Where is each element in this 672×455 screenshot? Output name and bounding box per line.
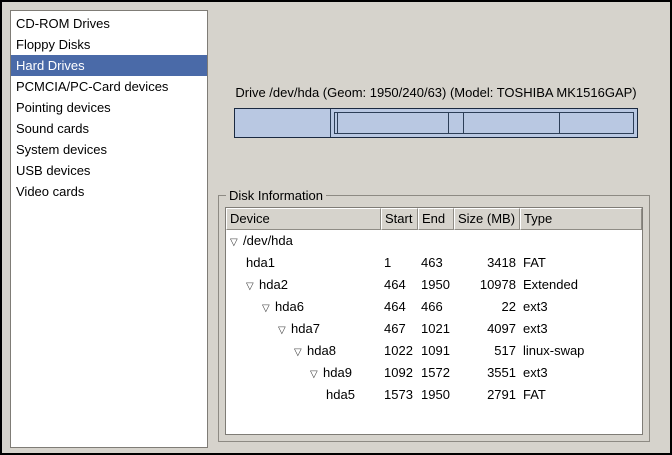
table-row[interactable]: ▽/dev/hda bbox=[226, 230, 642, 252]
sidebar-item-floppy-disks[interactable]: Floppy Disks bbox=[11, 34, 207, 55]
bar-segment-extended-hda2[interactable] bbox=[331, 109, 637, 137]
start-cell bbox=[381, 230, 418, 252]
device-label: hda2 bbox=[259, 277, 288, 292]
end-cell: 1950 bbox=[418, 274, 454, 296]
device-label: hda8 bbox=[307, 343, 336, 358]
size-cell: 10978 bbox=[454, 274, 520, 296]
size-cell: 517 bbox=[454, 340, 520, 362]
end-cell: 1950 bbox=[418, 384, 454, 406]
drive-title: Drive /dev/hda (Geom: 1950/240/63) (Mode… bbox=[226, 85, 646, 100]
expander-icon[interactable]: ▽ bbox=[230, 232, 243, 252]
bar-segment-hda1[interactable] bbox=[235, 109, 331, 137]
start-cell: 467 bbox=[381, 318, 418, 340]
sidebar-item-pointing-devices[interactable]: Pointing devices bbox=[11, 97, 207, 118]
type-cell: linux-swap bbox=[520, 340, 642, 362]
sidebar-item-pcmcia-devices[interactable]: PCMCIA/PC-Card devices bbox=[11, 76, 207, 97]
sidebar-item-hard-drives[interactable]: Hard Drives bbox=[11, 55, 207, 76]
end-cell: 1091 bbox=[418, 340, 454, 362]
table-header-row: Device Start End Size (MB) Type bbox=[226, 208, 642, 230]
table-row[interactable]: hda5 1573 1950 2791 FAT bbox=[226, 384, 642, 406]
type-cell bbox=[520, 230, 642, 252]
size-cell: 2791 bbox=[454, 384, 520, 406]
expander-icon[interactable]: ▽ bbox=[310, 364, 323, 384]
end-cell: 1572 bbox=[418, 362, 454, 384]
size-cell: 22 bbox=[454, 296, 520, 318]
device-cell: ▽hda2 bbox=[226, 274, 381, 296]
type-cell: FAT bbox=[520, 384, 642, 406]
device-label: /dev/hda bbox=[243, 233, 293, 248]
sidebar-item-video-cards[interactable]: Video cards bbox=[11, 181, 207, 202]
start-cell: 1022 bbox=[381, 340, 418, 362]
end-cell: 1021 bbox=[418, 318, 454, 340]
start-cell: 1092 bbox=[381, 362, 418, 384]
table-row[interactable]: ▽hda7 467 1021 4097 ext3 bbox=[226, 318, 642, 340]
expander-icon[interactable]: ▽ bbox=[278, 320, 291, 340]
disk-information-frame: Disk Information Device Start End Size (… bbox=[218, 188, 650, 442]
device-label: hda1 bbox=[246, 255, 275, 270]
table-row[interactable]: hda1 1 463 3418 FAT bbox=[226, 252, 642, 274]
size-cell: 3418 bbox=[454, 252, 520, 274]
start-cell: 464 bbox=[381, 274, 418, 296]
column-header-size[interactable]: Size (MB) bbox=[454, 208, 520, 230]
device-cell: ▽hda6 bbox=[226, 296, 381, 318]
disk-information-label: Disk Information bbox=[226, 188, 326, 203]
device-cell: ▽hda7 bbox=[226, 318, 381, 340]
sidebar-item-system-devices[interactable]: System devices bbox=[11, 139, 207, 160]
type-cell: Extended bbox=[520, 274, 642, 296]
expander-icon[interactable]: ▽ bbox=[246, 276, 259, 296]
table-row[interactable]: ▽hda2 464 1950 10978 Extended bbox=[226, 274, 642, 296]
type-cell: ext3 bbox=[520, 318, 642, 340]
table-row[interactable]: ▽hda6 464 466 22 ext3 bbox=[226, 296, 642, 318]
device-cell: ▽hda8 bbox=[226, 340, 381, 362]
hardware-browser-window: CD-ROM Drives Floppy Disks Hard Drives P… bbox=[0, 0, 672, 455]
column-header-start[interactable]: Start bbox=[381, 208, 418, 230]
partition-table: Device Start End Size (MB) Type ▽/dev/hd… bbox=[225, 207, 643, 435]
device-label: hda9 bbox=[323, 365, 352, 380]
device-cell: hda1 bbox=[226, 252, 381, 274]
table-row[interactable]: ▽hda8 1022 1091 517 linux-swap bbox=[226, 340, 642, 362]
column-header-type[interactable]: Type bbox=[520, 208, 642, 230]
expander-icon[interactable]: ▽ bbox=[262, 298, 275, 318]
device-label: hda5 bbox=[326, 387, 355, 402]
sidebar-item-sound-cards[interactable]: Sound cards bbox=[11, 118, 207, 139]
bar-segment-hda5[interactable] bbox=[560, 112, 635, 134]
expander-icon[interactable]: ▽ bbox=[294, 342, 307, 362]
device-category-list: CD-ROM Drives Floppy Disks Hard Drives P… bbox=[10, 10, 208, 448]
size-cell: 3551 bbox=[454, 362, 520, 384]
start-cell: 1573 bbox=[381, 384, 418, 406]
sidebar-item-cdrom-drives[interactable]: CD-ROM Drives bbox=[11, 13, 207, 34]
device-label: hda6 bbox=[275, 299, 304, 314]
device-label: hda7 bbox=[291, 321, 320, 336]
start-cell: 1 bbox=[381, 252, 418, 274]
size-cell: 4097 bbox=[454, 318, 520, 340]
type-cell: FAT bbox=[520, 252, 642, 274]
column-header-end[interactable]: End bbox=[418, 208, 454, 230]
end-cell: 463 bbox=[418, 252, 454, 274]
end-cell bbox=[418, 230, 454, 252]
bar-segment-hda7[interactable] bbox=[338, 112, 449, 134]
bar-segment-hda8[interactable] bbox=[449, 112, 463, 134]
partition-bar bbox=[234, 108, 638, 138]
device-cell: ▽/dev/hda bbox=[226, 230, 381, 252]
device-cell: ▽hda9 bbox=[226, 362, 381, 384]
table-row[interactable]: ▽hda9 1092 1572 3551 ext3 bbox=[226, 362, 642, 384]
size-cell bbox=[454, 230, 520, 252]
type-cell: ext3 bbox=[520, 362, 642, 384]
column-header-device[interactable]: Device bbox=[226, 208, 381, 230]
type-cell: ext3 bbox=[520, 296, 642, 318]
end-cell: 466 bbox=[418, 296, 454, 318]
start-cell: 464 bbox=[381, 296, 418, 318]
device-cell: hda5 bbox=[226, 384, 381, 406]
bar-segment-hda9[interactable] bbox=[464, 112, 560, 134]
sidebar-item-usb-devices[interactable]: USB devices bbox=[11, 160, 207, 181]
